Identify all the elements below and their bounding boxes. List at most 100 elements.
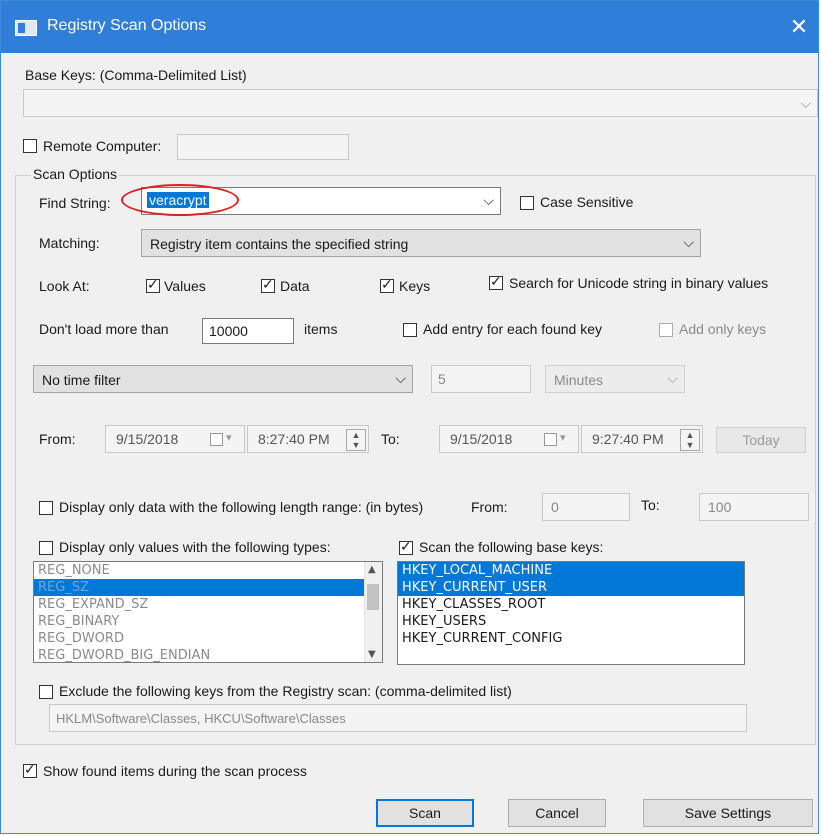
value-types-label: Display only values with the following t… bbox=[59, 539, 331, 555]
max-items-value: 10000 bbox=[209, 323, 248, 339]
matching-value: Registry item contains the specified str… bbox=[150, 236, 409, 252]
matching-label: Matching: bbox=[39, 235, 100, 251]
length-range-checkbox[interactable] bbox=[39, 501, 53, 515]
add-only-keys-checkbox[interactable] bbox=[659, 323, 673, 337]
length-to-input[interactable]: 100 bbox=[699, 493, 809, 521]
scrollbar-thumb[interactable] bbox=[367, 584, 379, 610]
exclude-keys-checkbox[interactable] bbox=[39, 685, 53, 699]
title-bar[interactable]: Registry Scan Options ✕ bbox=[1, 1, 818, 53]
add-entry-checkbox[interactable] bbox=[403, 323, 417, 337]
dont-load-label: Don't load more than bbox=[39, 321, 169, 337]
to-date-picker[interactable]: 9/15/2018 ▾ bbox=[439, 425, 579, 453]
scan-base-keys-checkbox[interactable] bbox=[399, 538, 413, 555]
scan-options-group-label: Scan Options bbox=[31, 166, 120, 182]
unicode-search-label: Search for Unicode string in binary valu… bbox=[509, 275, 769, 291]
app-icon bbox=[15, 20, 37, 36]
highlight-circle bbox=[121, 184, 239, 216]
exclude-keys-label: Exclude the following keys from the Regi… bbox=[59, 683, 512, 699]
look-at-label: Look At: bbox=[39, 278, 90, 294]
add-only-keys-label: Add only keys bbox=[679, 321, 767, 337]
remote-computer-label: Remote Computer: bbox=[43, 138, 162, 154]
remote-computer-checkbox[interactable] bbox=[23, 139, 37, 153]
max-items-input[interactable]: 10000 bbox=[202, 318, 294, 344]
list-item[interactable]: REG_BINARY bbox=[34, 613, 382, 630]
list-item[interactable]: REG_EXPAND_SZ bbox=[34, 596, 382, 613]
show-found-items-checkbox[interactable] bbox=[23, 761, 37, 778]
remote-computer-input[interactable] bbox=[177, 134, 349, 160]
calendar-icon[interactable] bbox=[210, 433, 223, 446]
today-button[interactable]: Today bbox=[716, 427, 806, 453]
chevron-down-icon[interactable]: ⌵ bbox=[395, 370, 406, 387]
list-item[interactable]: REG_DWORD_BIG_ENDIAN bbox=[34, 647, 382, 662]
time-unit-select[interactable]: Minutes ⌵ bbox=[545, 365, 685, 393]
value-types-list[interactable]: REG_NONE REG_SZ REG_EXPAND_SZ REG_BINARY… bbox=[33, 561, 383, 663]
length-from-input[interactable]: 0 bbox=[542, 493, 630, 521]
add-entry-label: Add entry for each found key bbox=[423, 321, 602, 337]
matching-select[interactable]: Registry item contains the specified str… bbox=[141, 229, 701, 257]
time-unit-value: Minutes bbox=[554, 372, 604, 388]
list-item[interactable]: REG_SZ bbox=[34, 579, 365, 596]
time-filter-select[interactable]: No time filter ⌵ bbox=[33, 365, 413, 393]
dropdown-arrow-icon[interactable]: ▾ bbox=[226, 431, 232, 444]
dropdown-arrow-icon[interactable]: ▾ bbox=[560, 431, 566, 444]
base-keys-list[interactable]: HKEY_LOCAL_MACHINE HKEY_CURRENT_USER HKE… bbox=[397, 561, 745, 665]
to-date-value: 9/15/2018 bbox=[450, 431, 513, 447]
data-checkbox[interactable] bbox=[261, 276, 275, 293]
length-to-value: 100 bbox=[708, 499, 732, 515]
time-filter-value: No time filter bbox=[42, 372, 121, 388]
time-spinner-icon[interactable]: ▲ ▼ bbox=[680, 429, 700, 451]
save-settings-button[interactable]: Save Settings bbox=[643, 799, 813, 827]
to-label: To: bbox=[381, 431, 400, 447]
base-keys-label: Base Keys: (Comma-Delimited List) bbox=[25, 67, 247, 83]
chevron-down-icon[interactable]: ⌵ bbox=[483, 192, 494, 209]
case-sensitive-checkbox[interactable] bbox=[520, 196, 534, 210]
calendar-icon[interactable] bbox=[544, 433, 557, 446]
list-item[interactable]: HKEY_CLASSES_ROOT bbox=[398, 596, 744, 613]
values-label: Values bbox=[164, 278, 206, 294]
length-from-label: From: bbox=[471, 499, 508, 515]
registry-scan-options-dialog: Registry Scan Options ✕ Base Keys: (Comm… bbox=[0, 0, 819, 834]
scroll-down-icon[interactable]: ▼ bbox=[368, 649, 376, 660]
close-icon[interactable]: ✕ bbox=[784, 10, 814, 44]
items-label: items bbox=[304, 321, 338, 337]
from-date-value: 9/15/2018 bbox=[116, 431, 179, 447]
show-found-items-label: Show found items during the scan process bbox=[43, 763, 307, 779]
base-keys-input[interactable]: ⌵ bbox=[23, 89, 818, 117]
from-date-picker[interactable]: 9/15/2018 ▾ bbox=[105, 425, 245, 453]
from-time-picker[interactable]: 8:27:40 PM ▲ ▼ bbox=[247, 425, 369, 453]
case-sensitive-label: Case Sensitive bbox=[540, 194, 634, 210]
time-spinner-icon[interactable]: ▲ ▼ bbox=[346, 429, 366, 451]
scroll-up-icon[interactable]: ▲ bbox=[368, 564, 376, 575]
list-item[interactable]: HKEY_USERS bbox=[398, 613, 744, 630]
list-item[interactable]: REG_DWORD bbox=[34, 630, 382, 647]
keys-label: Keys bbox=[399, 278, 431, 294]
chevron-down-icon[interactable]: ⌵ bbox=[800, 95, 811, 112]
find-string-label: Find String: bbox=[39, 195, 111, 211]
value-types-checkbox[interactable] bbox=[39, 541, 53, 555]
from-time-value: 8:27:40 PM bbox=[258, 431, 330, 447]
values-checkbox[interactable] bbox=[146, 276, 160, 293]
scan-base-keys-label: Scan the following base keys: bbox=[419, 539, 604, 555]
to-time-picker[interactable]: 9:27:40 PM ▲ ▼ bbox=[581, 425, 703, 453]
exclude-keys-value: HKLM\Software\Classes, HKCU\Software\Cla… bbox=[56, 711, 346, 726]
scrollbar[interactable]: ▲ ▼ bbox=[364, 562, 382, 662]
length-to-label: To: bbox=[641, 497, 660, 513]
list-item[interactable]: HKEY_CURRENT_CONFIG bbox=[398, 630, 744, 647]
time-amount-input[interactable]: 5 bbox=[431, 365, 531, 393]
cancel-button[interactable]: Cancel bbox=[508, 799, 606, 827]
time-amount-value: 5 bbox=[438, 371, 446, 387]
list-item[interactable]: HKEY_CURRENT_USER bbox=[398, 579, 744, 596]
to-time-value: 9:27:40 PM bbox=[592, 431, 664, 447]
from-label: From: bbox=[39, 431, 76, 447]
window-title: Registry Scan Options bbox=[47, 17, 207, 34]
unicode-search-checkbox[interactable] bbox=[489, 273, 503, 290]
length-from-value: 0 bbox=[551, 499, 559, 515]
list-item[interactable]: HKEY_LOCAL_MACHINE bbox=[398, 562, 744, 579]
keys-checkbox[interactable] bbox=[380, 276, 394, 293]
chevron-down-icon[interactable]: ⌵ bbox=[683, 234, 694, 251]
list-item[interactable]: REG_NONE bbox=[34, 562, 382, 579]
exclude-keys-input[interactable]: HKLM\Software\Classes, HKCU\Software\Cla… bbox=[49, 704, 747, 732]
chevron-down-icon[interactable]: ⌵ bbox=[667, 370, 678, 387]
scan-button[interactable]: Scan bbox=[376, 799, 474, 827]
length-range-label: Display only data with the following len… bbox=[59, 499, 424, 515]
